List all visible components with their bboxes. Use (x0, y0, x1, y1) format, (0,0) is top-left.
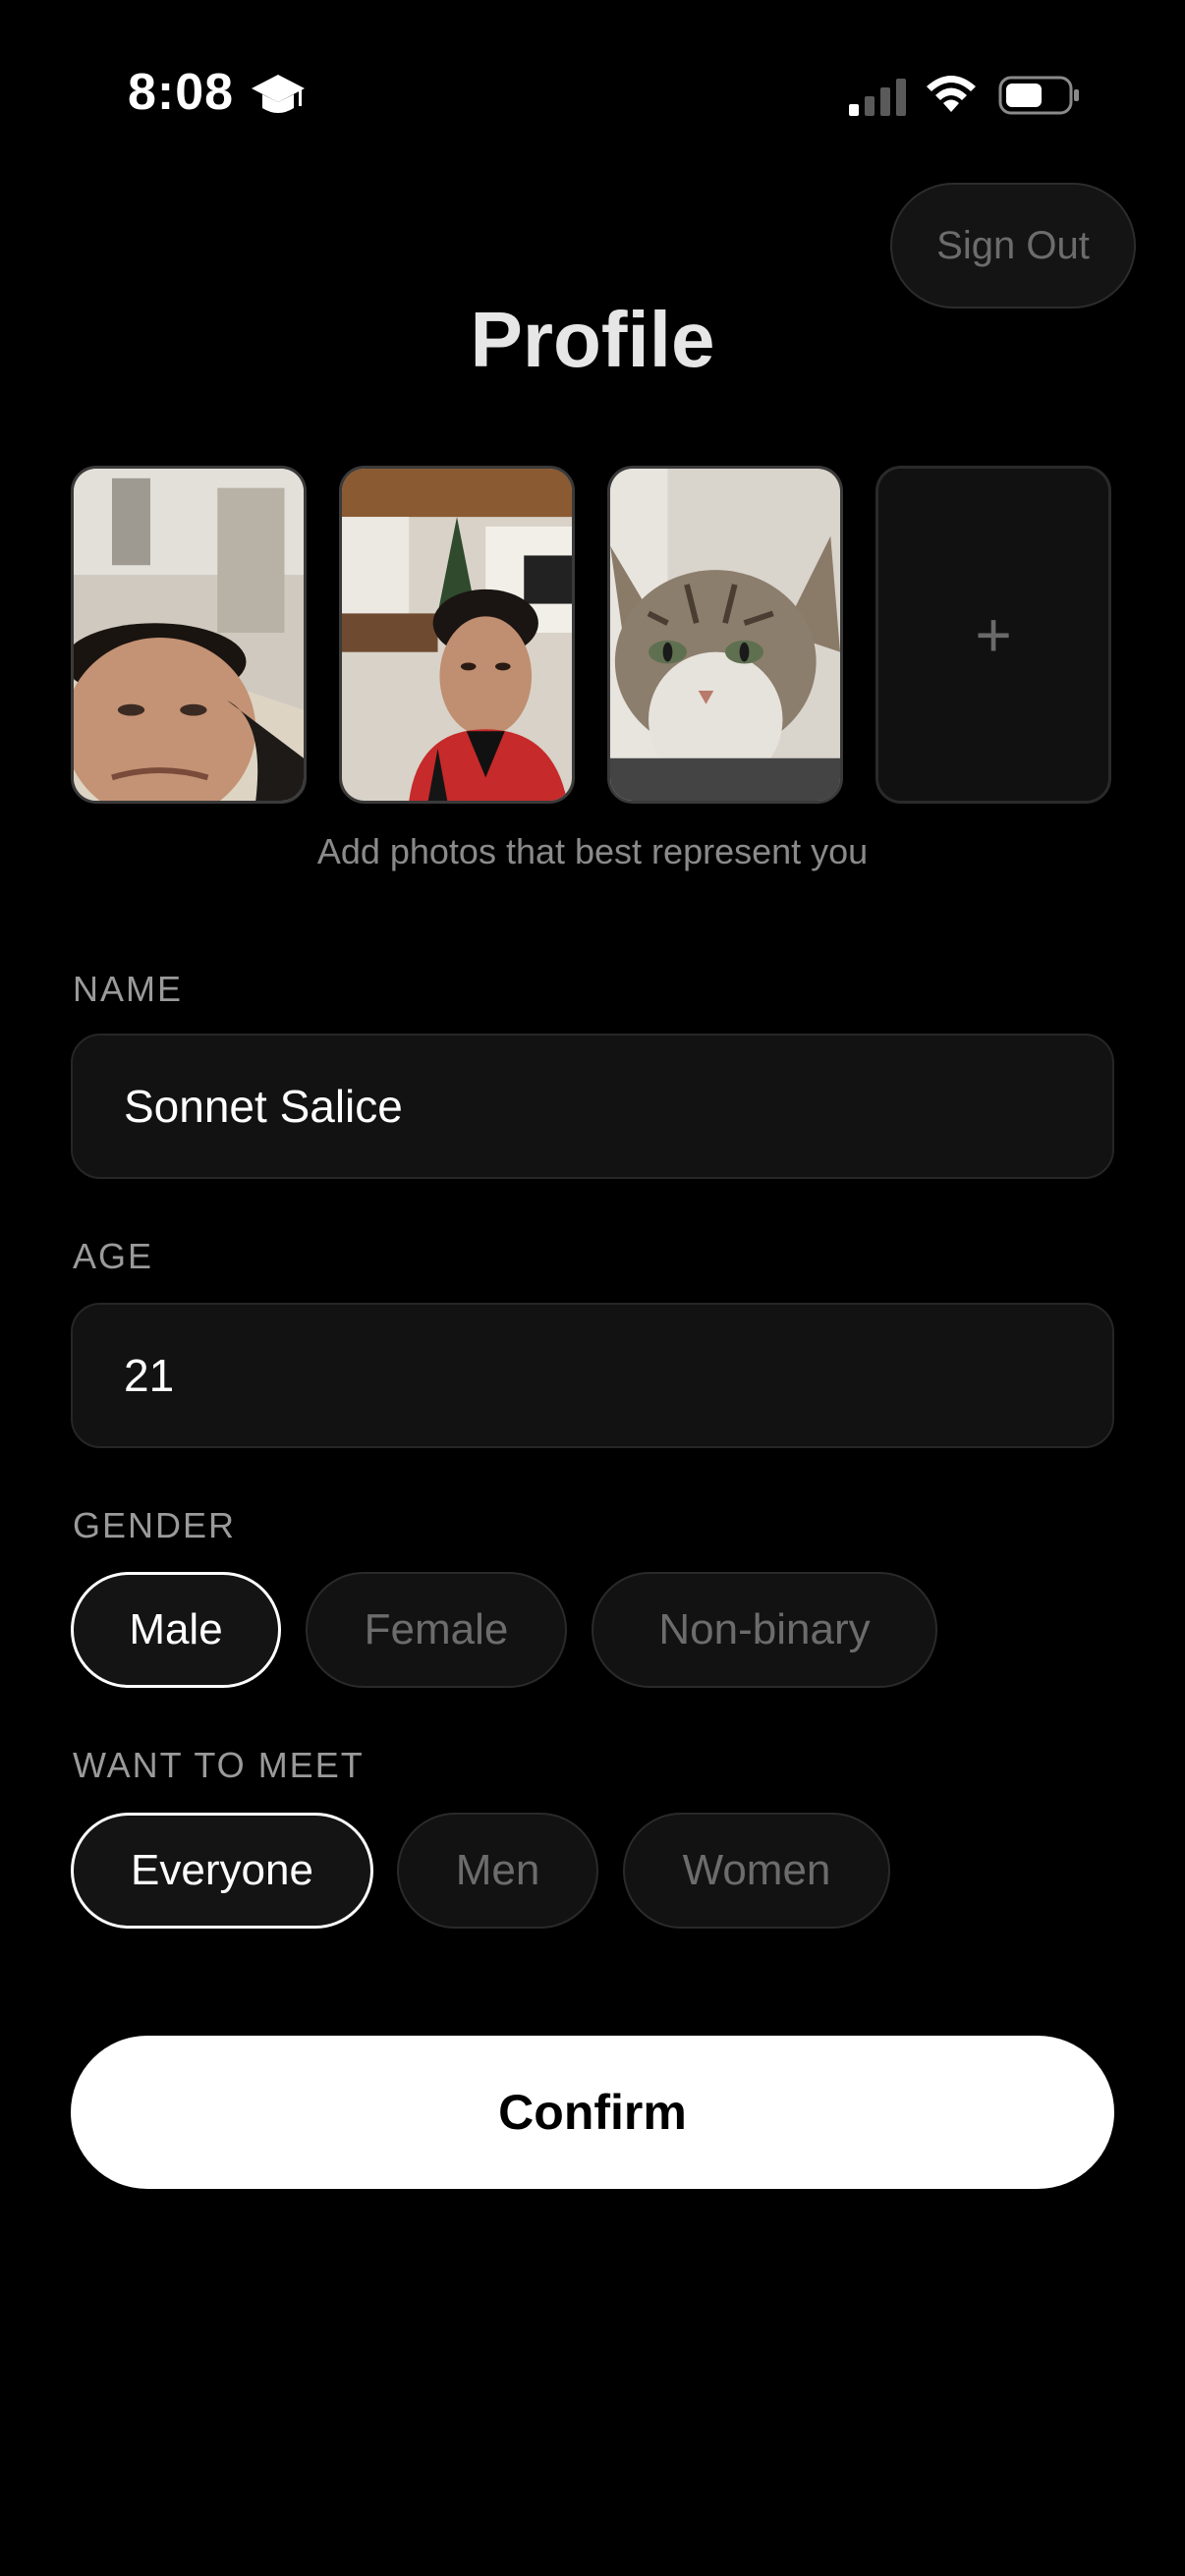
meet-option-men[interactable]: Men (397, 1813, 598, 1929)
profile-photo-1[interactable] (71, 466, 307, 804)
name-label: NAME (73, 969, 184, 1009)
gender-option-female[interactable]: Female (306, 1572, 567, 1688)
name-field[interactable]: Sonnet Salice (71, 1034, 1114, 1179)
status-bar: 8:08 (0, 0, 1185, 177)
gender-option-non-binary[interactable]: Non-binary (592, 1572, 937, 1688)
age-field[interactable]: 21 (71, 1303, 1114, 1448)
gender-label: GENDER (73, 1505, 237, 1545)
confirm-button[interactable]: Confirm (71, 2036, 1114, 2189)
sign-out-button[interactable]: Sign Out (890, 183, 1136, 308)
wifi-icon (927, 76, 976, 112)
battery-icon (998, 76, 1079, 115)
status-time: 8:08 (128, 64, 235, 121)
plus-icon: + (975, 599, 1012, 670)
add-photo-button[interactable]: + (875, 466, 1111, 804)
selfie-photo (74, 469, 304, 801)
meet-option-women[interactable]: Women (623, 1813, 890, 1929)
selfie-photo (342, 469, 572, 801)
page-title: Profile (470, 296, 715, 383)
cellular-signal-icon (849, 79, 906, 116)
meet-option-everyone[interactable]: Everyone (71, 1813, 373, 1929)
gender-option-male[interactable]: Male (71, 1572, 281, 1688)
cat-photo (610, 469, 840, 801)
graduation-cap-icon (252, 75, 305, 113)
profile-photo-3[interactable] (607, 466, 843, 804)
want-to-meet-label: WANT TO MEET (73, 1745, 365, 1785)
photos-hint: Add photos that best represent you (316, 831, 869, 871)
age-label: AGE (73, 1236, 154, 1276)
profile-photo-2[interactable] (339, 466, 575, 804)
